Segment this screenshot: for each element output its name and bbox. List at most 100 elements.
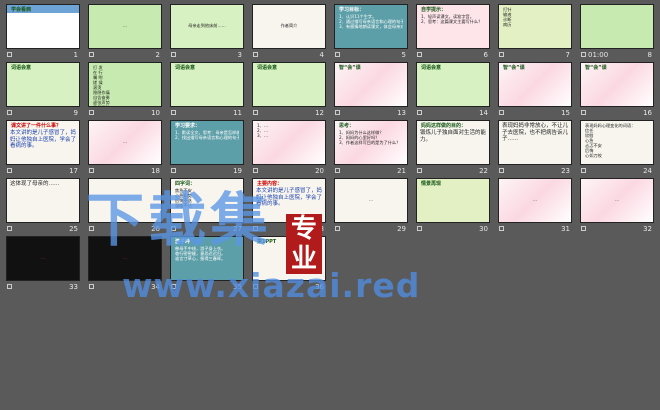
slide-number: 7 [565,51,570,59]
slide-preview[interactable]: 这体现了母亲的…… [6,178,80,223]
transition-icon[interactable] [499,168,504,173]
slide-preview[interactable]: 学会看病 [6,4,80,49]
slide-preview[interactable]: 智“会”课 [498,62,572,107]
slide-thumbnail[interactable]: 01:00 8 [580,4,654,59]
slide-thumbnail[interactable]: 词语会意 9 [6,62,80,117]
transition-icon[interactable] [581,110,586,115]
slide-thumbnail[interactable]: 智“会”课 15 [498,62,572,117]
slide-text: … [122,23,128,28]
transition-icon[interactable] [581,226,586,231]
slide-thumbnail[interactable]: … 33 [6,236,80,291]
slide-thumbnail[interactable]: 表现妈妈非常放心，不让儿子去医院，也不把病告诉儿子…… 23 [498,120,572,175]
slide-preview[interactable]: 智“会”课 [580,62,654,107]
transition-icon[interactable] [417,168,422,173]
transition-icon[interactable] [335,110,340,115]
slide-preview[interactable]: 打针 输液 诊断 病历 [498,4,572,49]
slide-title: 词语会意 [421,65,442,71]
transition-icon[interactable] [7,226,12,231]
transition-icon[interactable] [253,110,258,115]
slide-preview[interactable]: … [88,4,162,49]
transition-icon[interactable] [417,110,422,115]
slide-thumbnail[interactable]: 智“会”课 16 [580,62,654,117]
slide-thumbnail[interactable]: 母亲走到他床前…… 3 [170,4,244,59]
slide-preview[interactable]: 词语会意 [416,62,490,107]
slide-thumbnail[interactable]: 思考： 1、妈妈为什么这样做？ 2、妈妈的心里好吗？ 3、作者这样写目的是为了什么？ 2… [334,120,408,175]
slide-preview[interactable]: 打 发在 行嘱 咐搓 揉滚烫隐隐作痛自告奋勇虚张声势手足无措聊胜于无 [88,62,162,107]
transition-icon[interactable] [417,52,422,57]
transition-icon[interactable] [335,52,340,57]
slide-thumbnail[interactable]: … 18 [88,120,162,175]
transition-icon[interactable] [499,110,504,115]
transition-icon[interactable] [7,110,12,115]
slide-thumbnail[interactable]: 自学提示： 1、轻声读课文，读准字音。 2、思考：这篇课文主要写什么？ 6 [416,4,490,59]
slide-preview[interactable]: 学习目标：1、认识11个生字。2、通过描写母亲语言和心理的句子，体会母亲感情的变… [334,4,408,49]
slide-preview[interactable]: 1、… 2、… 3、… [252,120,326,165]
slide-thumbnail[interactable]: … 32 [580,178,654,233]
slide-thumbnail[interactable]: 词语会意 14 [416,62,490,117]
slide-thumbnail[interactable]: 表现妈妈心理变化的词语： 信任 欣慰 心急 忐忑不安 后悔 心如刀绞 24 [580,120,654,175]
slide-thumbnail[interactable]: … 2 [88,4,162,59]
transition-icon[interactable] [89,110,94,115]
slide-thumbnail[interactable]: 学习目标：1、认识11个生字。2、通过描写母亲语言和心理的句子，体会母亲感情的变… [334,4,408,59]
slide-thumbnail[interactable]: … 29 [334,178,408,233]
slide-preview[interactable]: 课文讲了一件什么事？ 本文讲的是儿子感冒了，妈妈让他独自上医院，学会了看病的事。 [6,120,80,165]
slide-preview[interactable]: 自学提示： 1、轻声读课文，读准字音。 2、思考：这篇课文主要写什么？ [416,4,490,49]
slide-thumbnail[interactable]: 智“会”课 13 [334,62,408,117]
slide-thumbnail[interactable]: 词语会意 12 [252,62,326,117]
slide-thumbnail[interactable]: 1、… 2、… 3、… 20 [252,120,326,175]
transition-icon[interactable] [253,168,258,173]
transition-icon[interactable] [89,284,94,289]
slide-preview[interactable]: 词语会意 [170,62,244,107]
slide-preview[interactable]: 学习要求：1、默读全文，思考：母亲是怎样做的？2、找出描写母亲语言和心理的句子，… [170,120,244,165]
slide-thumbnail[interactable]: 词语会意 11 [170,62,244,117]
transition-icon[interactable] [171,110,176,115]
slide-preview[interactable]: 表现妈妈心理变化的词语： 信任 欣慰 心急 忐忑不安 后悔 心如刀绞 [580,120,654,165]
transition-icon[interactable] [7,284,12,289]
slide-preview[interactable]: 思考： 1、妈妈为什么这样做？ 2、妈妈的心里好吗？ 3、作者这样写目的是为了什么？ [334,120,408,165]
slide-thumbnail[interactable]: 情景再现 30 [416,178,490,233]
slide-preview[interactable]: 表现妈妈非常放心，不让儿子去医院，也不把病告诉儿子…… [498,120,572,165]
transition-icon[interactable] [171,52,176,57]
slide-preview[interactable]: … [498,178,572,223]
slide-preview[interactable] [580,4,654,49]
slide-preview[interactable]: … [88,120,162,165]
slide-title: 词语会意 [175,65,196,71]
slide-preview[interactable]: 妈妈这样做的目的： 锻炼儿子独自面对生活的能力。 [416,120,490,165]
slide-preview[interactable]: 作者简介 [252,4,326,49]
slide-preview[interactable]: … [6,236,80,281]
transition-icon[interactable] [581,52,586,57]
slide-thumbnail[interactable]: 这体现了母亲的…… 25 [6,178,80,233]
transition-icon[interactable] [253,52,258,57]
slide-thumbnail[interactable]: 学习要求：1、默读全文，思考：母亲是怎样做的？2、找出描写母亲语言和心理的句子，… [170,120,244,175]
slide-preview[interactable]: 词语会意 [252,62,326,107]
slide-title: 智“会”课 [503,65,525,71]
transition-icon[interactable] [335,168,340,173]
slide-preview[interactable]: … [580,178,654,223]
transition-icon[interactable] [7,168,12,173]
slide-preview[interactable]: … [334,178,408,223]
slide-title: 课文讲了一件什么事？ [11,123,62,129]
slide-thumbnail[interactable]: 打针 输液 诊断 病历 7 [498,4,572,59]
slide-number: 11 [233,109,242,117]
slide-thumbnail[interactable]: 学会看病 1 [6,4,80,59]
slide-thumbnail[interactable]: 妈妈这样做的目的： 锻炼儿子独自面对生活的能力。 22 [416,120,490,175]
slide-thumbnail[interactable]: 课文讲了一件什么事？ 本文讲的是儿子感冒了，妈妈让他独自上医院，学会了看病的事。 1… [6,120,80,175]
slide-preview[interactable]: 情景再现 [416,178,490,223]
transition-icon[interactable] [7,52,12,57]
slide-number: 32 [643,225,652,233]
transition-icon[interactable] [499,52,504,57]
slide-thumbnail[interactable]: … 31 [498,178,572,233]
slide-thumbnail[interactable]: 打 发在 行嘱 咐搓 揉滚烫隐隐作痛自告奋勇虚张声势手足无措聊胜于无 10 [88,62,162,117]
transition-icon[interactable] [171,168,176,173]
slide-title: 智“会”课 [339,65,361,71]
transition-icon[interactable] [499,226,504,231]
transition-icon[interactable] [417,226,422,231]
transition-icon[interactable] [89,168,94,173]
transition-icon[interactable] [89,52,94,57]
transition-icon[interactable] [581,168,586,173]
slide-preview[interactable]: 母亲走到他床前…… [170,4,244,49]
slide-preview[interactable]: 词语会意 [6,62,80,107]
transition-icon[interactable] [335,226,340,231]
slide-thumbnail[interactable]: 作者简介 4 [252,4,326,59]
slide-preview[interactable]: 智“会”课 [334,62,408,107]
